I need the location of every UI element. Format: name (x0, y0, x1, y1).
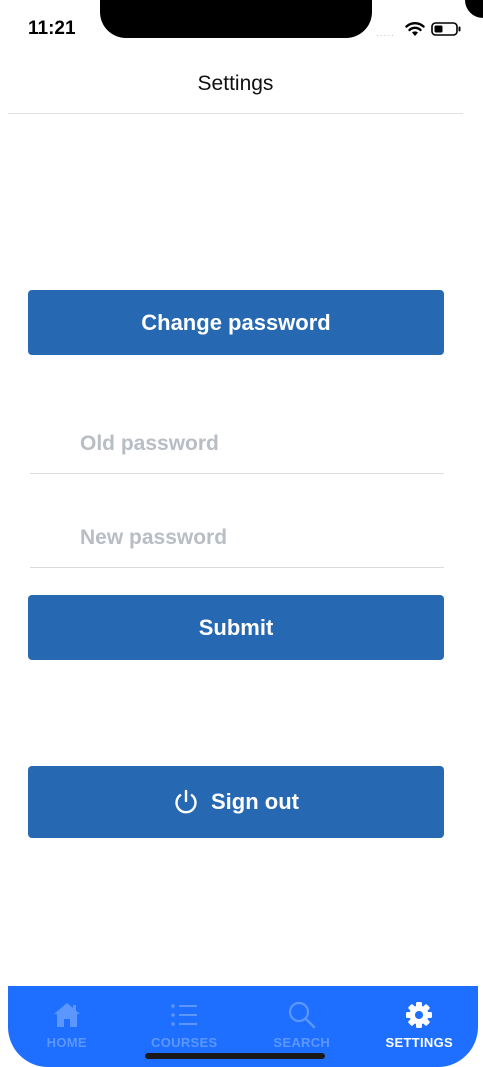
submit-button[interactable]: Submit (28, 595, 444, 660)
home-icon (53, 1003, 80, 1027)
change-password-label: Change password (141, 309, 331, 335)
submit-label: Submit (198, 614, 274, 640)
tab-home[interactable]: HOME (8, 986, 126, 1067)
tab-settings-label: SETTINGS (385, 1035, 453, 1050)
header-divider (8, 113, 463, 114)
gear-icon (406, 1002, 433, 1028)
battery-icon (431, 22, 461, 36)
sign-out-label: Sign out (211, 789, 299, 814)
new-password-input[interactable] (30, 508, 444, 568)
app-screen: 11:21 ..... Settings Change password Sub… (0, 0, 483, 1067)
search-icon (288, 1001, 315, 1029)
cellular-signal-icon: ..... (376, 28, 395, 39)
tab-courses-label: COURSES (151, 1035, 218, 1050)
tab-home-label: HOME (46, 1035, 87, 1050)
sign-out-button[interactable]: Sign out (28, 766, 444, 838)
tab-search-label: SEARCH (273, 1035, 331, 1050)
old-password-input[interactable] (30, 414, 444, 474)
wifi-icon (405, 22, 425, 36)
status-time: 11:21 (28, 18, 76, 39)
page-title: Settings (197, 72, 274, 95)
list-icon (171, 1004, 198, 1026)
change-password-button[interactable]: Change password (28, 290, 444, 355)
home-indicator (145, 1053, 325, 1059)
device-corner (465, 0, 483, 18)
tab-settings[interactable]: SETTINGS (361, 986, 479, 1067)
device-notch (100, 0, 372, 38)
power-icon (175, 789, 197, 814)
